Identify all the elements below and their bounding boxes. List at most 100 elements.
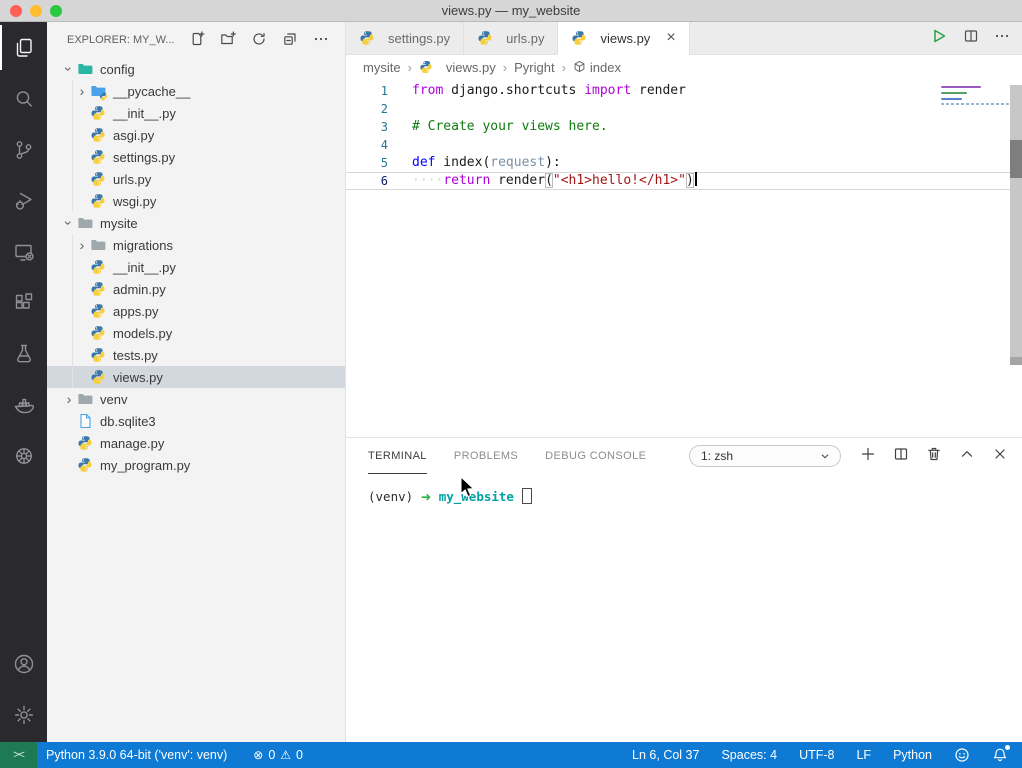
tree-item-manage-py[interactable]: manage.py	[47, 432, 345, 454]
code-line-3[interactable]: 3# Create your views here.	[346, 118, 1022, 136]
panel-tab-debug-console[interactable]: DEBUG CONSOLE	[545, 438, 646, 474]
python-file-icon	[90, 105, 106, 121]
activity-accounts[interactable]	[0, 638, 47, 689]
symbol-namespace-icon	[573, 60, 586, 76]
tab-urls-py[interactable]: urls.py	[464, 22, 558, 54]
chevron-down-icon	[818, 449, 832, 463]
activity-search[interactable]	[0, 73, 47, 124]
panel-tab-terminal[interactable]: TERMINAL	[368, 438, 427, 474]
activity-explorer[interactable]	[0, 22, 47, 73]
refresh-explorer-button[interactable]	[251, 31, 267, 50]
encoding[interactable]: UTF-8	[799, 748, 834, 762]
tree-item-venv[interactable]: ›venv	[47, 388, 345, 410]
tree-item-config[interactable]: ›config	[47, 58, 345, 80]
activity-kubernetes[interactable]	[0, 430, 47, 481]
python-file-icon	[90, 281, 106, 297]
tree-item-apps-py[interactable]: apps.py	[47, 300, 345, 322]
problems[interactable]: ⊗0⚠0	[253, 748, 303, 762]
code-line-6[interactable]: 6····return render("<h1>hello!</h1>")	[346, 172, 1022, 190]
scrollbar-thumb[interactable]	[1010, 140, 1022, 178]
more-editor-actions-button[interactable]	[994, 28, 1010, 49]
tab-settings-py[interactable]: settings.py	[346, 22, 464, 54]
cursor-position[interactable]: Ln 6, Col 37	[632, 748, 699, 762]
split-terminal-button[interactable]	[893, 446, 909, 467]
kill-terminal-button[interactable]	[926, 446, 942, 467]
more-actions-button[interactable]	[313, 31, 329, 50]
python-interpreter[interactable]: Python 3.9.0 64-bit ('venv': venv)	[46, 748, 227, 762]
remote-indicator[interactable]: ><	[0, 742, 37, 768]
indentation[interactable]: Spaces: 4	[721, 748, 777, 762]
new-folder-button[interactable]	[220, 31, 236, 50]
tab-label: settings.py	[388, 31, 450, 46]
activity-extensions[interactable]	[0, 277, 47, 328]
editor-scrollbar[interactable]	[1010, 85, 1022, 365]
activity-run-debug[interactable]	[0, 175, 47, 226]
notifications-button[interactable]	[992, 747, 1008, 763]
tree-item-db-sqlite3[interactable]: db.sqlite3	[47, 410, 345, 432]
file-label: urls.py	[113, 172, 151, 187]
close-window-button[interactable]	[10, 5, 22, 17]
tree-item-pycache[interactable]: ›__pycache__	[47, 80, 345, 102]
eol[interactable]: LF	[856, 748, 871, 762]
python-file-icon	[90, 171, 106, 187]
docker-icon	[12, 393, 36, 417]
tree-item-my-program-py[interactable]: my_program.py	[47, 454, 345, 476]
error-count: 0	[268, 748, 275, 762]
tree-item-models-py[interactable]: models.py	[47, 322, 345, 344]
python-file-icon	[90, 325, 106, 341]
activity-docker[interactable]	[0, 379, 47, 430]
tab-label: urls.py	[506, 31, 544, 46]
activity-remote-explorer[interactable]	[0, 226, 47, 277]
run-python-file-button[interactable]	[930, 27, 948, 50]
activity-settings[interactable]	[0, 689, 47, 740]
activity-bar	[0, 22, 47, 742]
tree-item-settings-py[interactable]: settings.py	[47, 146, 345, 168]
panel-header: TERMINAL PROBLEMS DEBUG CONSOLE 1: zsh	[346, 438, 1022, 474]
new-folder-icon	[220, 31, 236, 50]
chevron-up-icon	[959, 446, 975, 467]
tree-item-urls-py[interactable]: urls.py	[47, 168, 345, 190]
code-editor[interactable]: 1from django.shortcuts import render23# …	[346, 80, 1022, 437]
activity-source-control[interactable]	[0, 124, 47, 175]
new-terminal-button[interactable]	[860, 446, 876, 467]
file-label: apps.py	[113, 304, 159, 319]
tree-item-init-py[interactable]: __init__.py	[47, 256, 345, 278]
breadcrumb-item-views-py[interactable]: views.py	[419, 60, 496, 76]
tree-item-asgi-py[interactable]: asgi.py	[47, 124, 345, 146]
code-line-5[interactable]: 5def index(request):	[346, 154, 1022, 172]
tree-item-views-py[interactable]: views.py	[47, 366, 345, 388]
close-panel-button[interactable]	[992, 446, 1008, 467]
feedback-button[interactable]	[954, 747, 970, 763]
split-editor-button[interactable]	[963, 28, 979, 49]
tree-item-wsgi-py[interactable]: wsgi.py	[47, 190, 345, 212]
new-file-button[interactable]	[189, 31, 205, 50]
chevron-collapsed-icon: ›	[74, 238, 90, 252]
activity-testing[interactable]	[0, 328, 47, 379]
language-mode[interactable]: Python	[893, 748, 932, 762]
tree-item-migrations[interactable]: ›migrations	[47, 234, 345, 256]
code-line-2[interactable]: 2	[346, 100, 1022, 118]
tree-item-mysite[interactable]: ›mysite	[47, 212, 345, 234]
code-line-1[interactable]: 1from django.shortcuts import render	[346, 82, 1022, 100]
shell-selector[interactable]: 1: zsh	[689, 445, 841, 467]
tree-item-admin-py[interactable]: admin.py	[47, 278, 345, 300]
line-number: 6	[346, 172, 388, 190]
terminal-output[interactable]: (venv) ➜ my_website	[346, 474, 1022, 504]
maximize-panel-button[interactable]	[959, 446, 975, 467]
minimize-window-button[interactable]	[30, 5, 42, 17]
breadcrumb-item-pyright[interactable]: Pyright	[514, 60, 554, 75]
minimap[interactable]	[941, 82, 1009, 116]
breadcrumb-item-mysite[interactable]: mysite	[363, 60, 401, 75]
tree-item-init-py[interactable]: __init__.py	[47, 102, 345, 124]
collapse-folders-button[interactable]	[282, 31, 298, 50]
zoom-window-button[interactable]	[50, 5, 62, 17]
tab-views-py[interactable]: views.py×	[558, 22, 689, 54]
tree-item-tests-py[interactable]: tests.py	[47, 344, 345, 366]
vscode-window: views.py — my_website EXPLORER: MY_W... …	[0, 0, 1022, 768]
play-icon	[930, 27, 948, 50]
close-icon[interactable]: ×	[666, 30, 675, 46]
code-line-4[interactable]: 4	[346, 136, 1022, 154]
source-control-icon	[12, 138, 36, 162]
breadcrumb-item-index[interactable]: index	[573, 60, 621, 76]
panel-tab-problems[interactable]: PROBLEMS	[454, 438, 518, 474]
